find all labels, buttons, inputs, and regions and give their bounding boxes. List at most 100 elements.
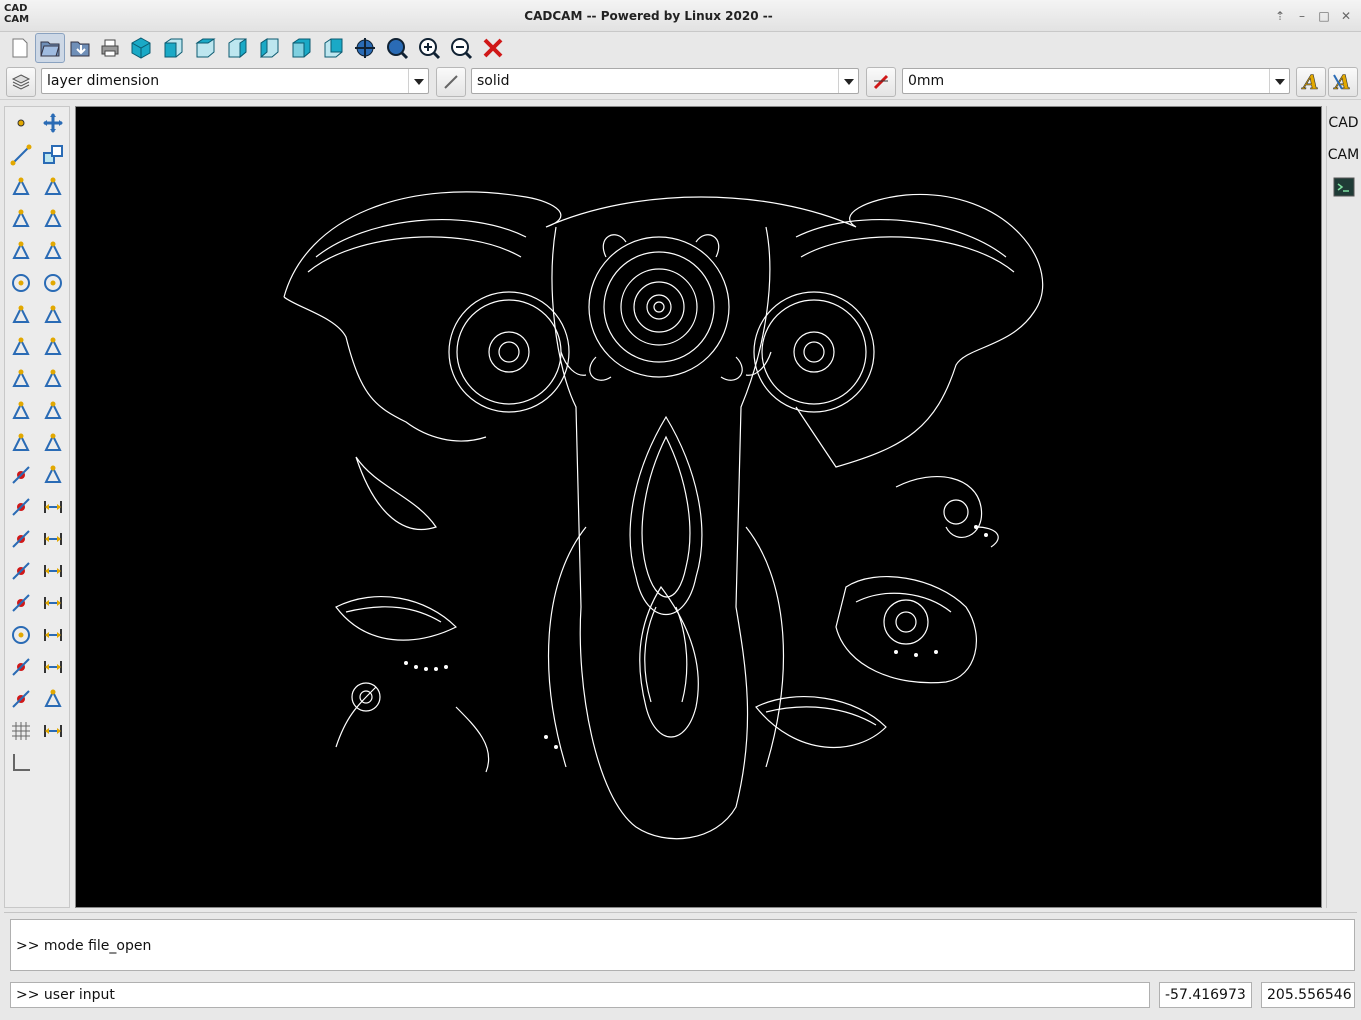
break-tool-icon <box>44 369 62 387</box>
scale-tool-button[interactable] <box>38 300 68 330</box>
mirror-tool-icon <box>44 241 62 259</box>
view-3d-icon[interactable] <box>126 33 156 63</box>
grid-snap-button[interactable] <box>6 716 36 746</box>
arc-3pt-tool-icon <box>12 305 30 323</box>
dim-diameter-button[interactable] <box>38 588 68 618</box>
layer-select[interactable]: layer dimension <box>41 68 429 94</box>
window-shade-icon[interactable]: ⇡ <box>1272 8 1288 24</box>
ortho-mode-icon <box>13 754 30 771</box>
snap-tangent-button[interactable] <box>6 652 36 682</box>
zoom-extents-icon[interactable] <box>350 33 380 63</box>
copy-tool-icon <box>43 145 63 164</box>
snap-quadrant-icon <box>12 690 30 708</box>
hatch-tool-button[interactable] <box>38 460 68 490</box>
maximize-icon[interactable]: □ <box>1316 8 1332 24</box>
fillet-tool-icon <box>44 401 62 419</box>
view-left-icon[interactable] <box>254 33 284 63</box>
text-style-button[interactable]: A <box>1296 67 1326 97</box>
view-top-icon[interactable] <box>190 33 220 63</box>
line-tool-icon <box>10 144 32 166</box>
fillet-tool-button[interactable] <box>38 396 68 426</box>
copy-tool-button[interactable] <box>38 140 68 170</box>
point-tool-button[interactable] <box>6 108 36 138</box>
linetype-button[interactable] <box>436 67 466 97</box>
measure-tool-icon <box>44 725 62 737</box>
coordinate-x-field[interactable]: -57.416973 <box>1159 982 1252 1008</box>
view-right-icon[interactable] <box>222 33 252 63</box>
ortho-mode-button[interactable] <box>6 748 36 778</box>
dim-diameter-icon <box>44 597 62 609</box>
dim-radius-button[interactable] <box>38 620 68 650</box>
snap-tangent-icon <box>12 658 30 676</box>
stretch-tool-button[interactable] <box>38 204 68 234</box>
arc-3pt-tool-button[interactable] <box>6 300 36 330</box>
command-input[interactable] <box>10 982 1150 1008</box>
snap-quadrant-button[interactable] <box>6 684 36 714</box>
layer-select-value: layer dimension <box>47 73 160 89</box>
tab-cad[interactable]: CAD <box>1327 109 1360 137</box>
save-file-icon[interactable] <box>65 33 95 63</box>
dimension-style-button[interactable]: A <box>1328 67 1358 97</box>
minimize-icon[interactable]: – <box>1294 8 1310 24</box>
nurbs-tool-button[interactable] <box>6 428 36 458</box>
view-front-icon[interactable] <box>158 33 188 63</box>
grid-snap-icon <box>12 722 30 740</box>
lineweight-select[interactable]: 0mm <box>902 68 1290 94</box>
ellipse-tool-button[interactable] <box>6 364 36 394</box>
break-tool-button[interactable] <box>38 364 68 394</box>
chamfer-tool-button[interactable] <box>38 428 68 458</box>
dim-linear-button[interactable] <box>38 492 68 522</box>
snap-nearest-button[interactable] <box>6 588 36 618</box>
linetype-select[interactable]: solid <box>471 68 859 94</box>
coordinate-y-field[interactable]: 205.556546 <box>1261 982 1355 1008</box>
spline-tool-button[interactable] <box>6 236 36 266</box>
console-output: >> mode file_open <box>10 919 1355 971</box>
layers-button[interactable] <box>6 67 36 97</box>
dim-aligned-button[interactable] <box>38 556 68 586</box>
ellipse-tool-icon <box>12 369 30 387</box>
view-back-icon[interactable] <box>318 33 348 63</box>
linetype-select-value: solid <box>477 73 510 89</box>
view-bottom-icon[interactable] <box>286 33 316 63</box>
zoom-out-icon[interactable] <box>446 33 476 63</box>
trim-tool-icon <box>44 337 62 355</box>
polyline-tool-button[interactable] <box>6 172 36 202</box>
mirror-tool-button[interactable] <box>38 236 68 266</box>
close-icon[interactable] <box>478 33 508 63</box>
zoom-window-icon[interactable] <box>382 33 412 63</box>
bezier-tool-button[interactable] <box>6 396 36 426</box>
snap-endpoint-button[interactable] <box>6 460 36 490</box>
rotate-tool-button[interactable] <box>38 268 68 298</box>
new-file-icon[interactable] <box>5 33 35 63</box>
snap-midpoint-button[interactable] <box>6 492 36 522</box>
open-file-icon[interactable] <box>35 33 65 63</box>
move-tool-icon <box>43 113 63 133</box>
lineweight-button[interactable] <box>866 67 896 97</box>
svg-text:A: A <box>1333 71 1351 93</box>
drawing-tools-palette <box>4 106 70 908</box>
trim-tool-button[interactable] <box>38 332 68 362</box>
leader-tool-button[interactable] <box>38 684 68 714</box>
tab-cam[interactable]: CAM <box>1327 141 1360 169</box>
terminal-button[interactable] <box>1327 173 1360 201</box>
zoom-in-icon[interactable] <box>414 33 444 63</box>
measure-tool-button[interactable] <box>38 716 68 746</box>
dimension-style-icon: A <box>1333 71 1351 93</box>
offset-tool-button[interactable] <box>38 172 68 202</box>
properties-toolbar: layer dimension solid 0mm A A <box>0 64 1361 100</box>
snap-center-button[interactable] <box>6 620 36 650</box>
rectangle-tool-button[interactable] <box>6 204 36 234</box>
print-icon[interactable] <box>95 33 125 63</box>
line-tool-button[interactable] <box>6 140 36 170</box>
polygon-tool-button[interactable] <box>6 332 36 362</box>
snap-intersection-button[interactable] <box>6 524 36 554</box>
dim-vertical-button[interactable] <box>38 524 68 554</box>
dim-angle-button[interactable] <box>38 652 68 682</box>
snap-midpoint-icon <box>12 498 30 516</box>
chevron-down-icon <box>408 69 428 93</box>
circle-tool-button[interactable] <box>6 268 36 298</box>
snap-perpendicular-button[interactable] <box>6 556 36 586</box>
window-close-icon[interactable]: ✕ <box>1338 8 1354 24</box>
move-tool-button[interactable] <box>38 108 68 138</box>
drawing-canvas[interactable] <box>75 106 1322 908</box>
